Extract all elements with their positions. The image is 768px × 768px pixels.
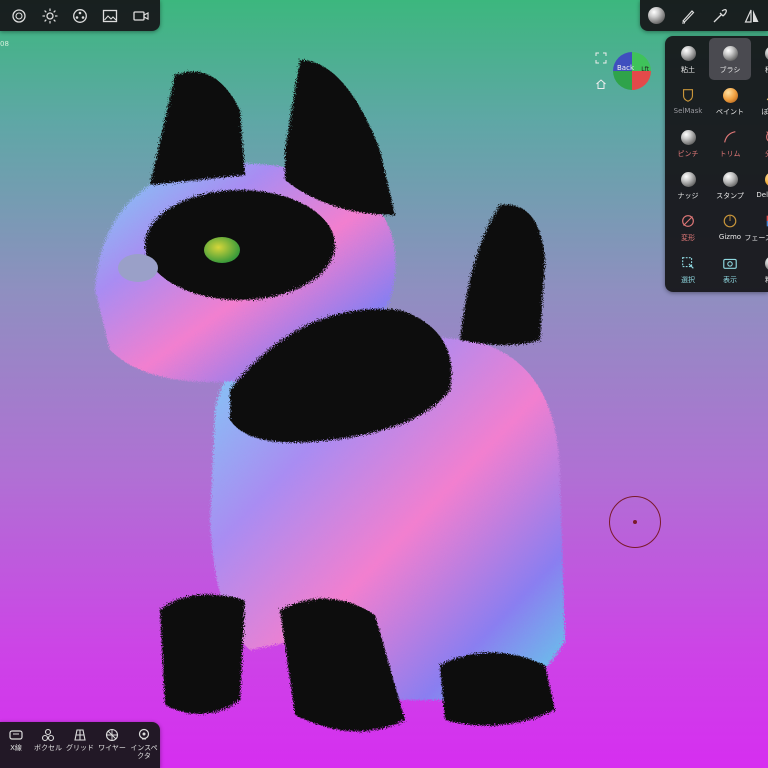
viewport-corner-number: 08	[0, 40, 9, 48]
tool-label: SelMask	[673, 107, 703, 115]
tool-label: 変形	[681, 234, 695, 242]
tool-facegroup[interactable]: フェースグループ	[744, 206, 768, 248]
wireframe-icon	[105, 728, 119, 742]
view-camera-icon	[721, 254, 739, 272]
tool-dellayer[interactable]: DelLayer	[751, 164, 768, 206]
inspector-label: インスペクタ	[130, 744, 158, 760]
tool-label: ピンチ	[677, 150, 699, 158]
tool-label: 粘土	[681, 66, 695, 74]
tool-label: ナッジ	[677, 192, 699, 200]
tool-panel: 粘土 ブラシ 移動 SelMask ペイント ぼかしピンチ トリム 分割ナッジ スタンプ DelL…	[665, 36, 768, 292]
home-icon[interactable]	[595, 78, 607, 90]
view-gizmo[interactable]: Back Lft	[613, 52, 651, 90]
tool-label: トリム	[719, 150, 741, 158]
nudge-icon	[679, 170, 697, 188]
tool-label: Gizmo	[718, 233, 742, 241]
trim-icon	[721, 128, 739, 146]
eyedropper-icon[interactable]	[707, 3, 733, 29]
voxel-label: ボクセル	[34, 744, 62, 752]
brush-icon	[721, 44, 739, 62]
tool-stamp[interactable]: スタンプ	[709, 164, 751, 206]
facegroup-icon	[763, 212, 768, 230]
tool-clay-2[interactable]: 粘土	[751, 248, 768, 290]
symmetry-icon[interactable]	[739, 3, 765, 29]
layers-icon[interactable]	[6, 3, 32, 29]
brush-cursor-dot	[633, 520, 637, 524]
tool-label: 選択	[681, 276, 695, 284]
camera-icon[interactable]	[128, 3, 154, 29]
tool-trim[interactable]: トリム	[709, 122, 751, 164]
tool-select[interactable]: 選択	[667, 248, 709, 290]
grid-button[interactable]: グリッド	[65, 728, 96, 752]
tool-label: DelLayer	[756, 191, 768, 199]
inspector-icon	[138, 728, 150, 740]
tool-view-camera[interactable]: 表示	[709, 248, 751, 290]
image-icon[interactable]	[97, 3, 123, 29]
grid-icon	[74, 729, 86, 741]
tool-transform[interactable]: 変形	[667, 206, 709, 248]
tool-label: 表示	[723, 276, 737, 284]
xray-label: X線	[10, 744, 22, 752]
inspector-button[interactable]: インスペクタ	[129, 728, 160, 760]
move-icon	[763, 44, 768, 62]
tool-label: スタンプ	[716, 192, 744, 200]
wireframe-label: ワイヤー	[98, 744, 126, 752]
xray-button[interactable]: X線	[1, 728, 32, 752]
grid-label: グリッド	[66, 744, 94, 752]
xray-icon	[9, 730, 23, 740]
clay-icon	[679, 44, 697, 62]
clay-icon	[763, 254, 768, 272]
blur-icon	[763, 86, 768, 104]
transform-icon	[679, 212, 697, 230]
tool-label: ぼかし	[761, 108, 768, 116]
gizmo-side-label: Lft	[641, 66, 649, 73]
tool-blur[interactable]: ぼかし	[751, 80, 768, 122]
brush-pen-icon[interactable]	[675, 3, 701, 29]
tool-label: ブラシ	[719, 66, 741, 74]
tool-label: フェースグループ	[744, 234, 768, 242]
stamp-icon	[721, 170, 739, 188]
tool-split[interactable]: 分割	[751, 122, 768, 164]
sculpt-model	[95, 60, 565, 732]
wireframe-button[interactable]: ワイヤー	[97, 728, 128, 752]
gizmo-face-label: Back	[617, 64, 634, 72]
split-icon	[763, 128, 768, 146]
tool-label: ペイント	[716, 108, 744, 116]
fullscreen-icon[interactable]	[595, 52, 607, 64]
tool-selmask[interactable]: SelMask	[667, 80, 709, 122]
clay-sphere-icon[interactable]	[643, 3, 669, 29]
material-icon[interactable]	[67, 3, 93, 29]
light-icon[interactable]	[37, 3, 63, 29]
tool-move[interactable]: 移動	[751, 38, 768, 80]
tool-pinch[interactable]: ピンチ	[667, 122, 709, 164]
gizmo-icon	[721, 212, 739, 230]
select-icon	[679, 254, 697, 272]
tool-brush[interactable]: ブラシ	[709, 38, 751, 80]
tool-clay[interactable]: 粘土	[667, 38, 709, 80]
voxel-icon	[41, 728, 55, 742]
tool-paint[interactable]: ペイント	[709, 80, 751, 122]
top-right-toolbar	[640, 0, 768, 31]
pinch-icon	[679, 128, 697, 146]
bottom-toolbar: X線 ボクセル グリッド ワイヤー インスペクタ	[0, 722, 160, 768]
tool-nudge[interactable]: ナッジ	[667, 164, 709, 206]
top-left-toolbar	[0, 0, 160, 31]
paint-icon	[721, 86, 739, 104]
voxel-button[interactable]: ボクセル	[33, 728, 64, 752]
dellayer-icon	[763, 170, 768, 188]
selmask-icon	[679, 86, 697, 104]
